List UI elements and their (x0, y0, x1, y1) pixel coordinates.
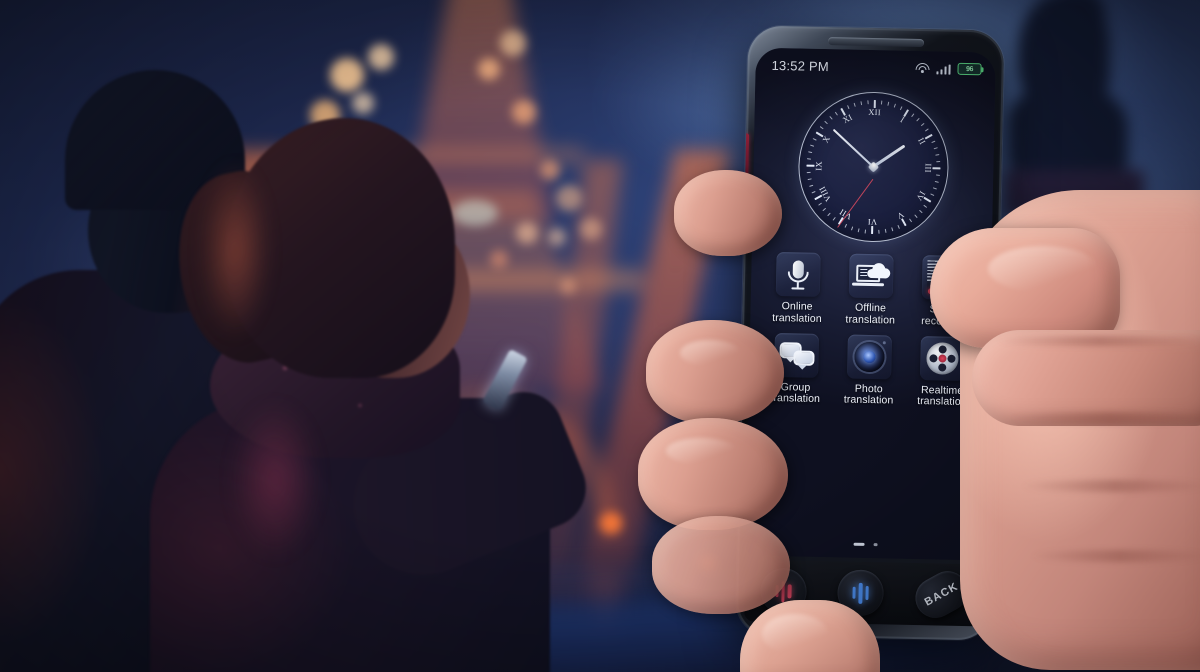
microphone-icon[interactable] (775, 252, 821, 297)
battery-level: 96 (965, 65, 974, 73)
page-dot-inactive[interactable] (873, 542, 878, 547)
earpiece-speaker (828, 37, 925, 48)
app-label-line2: translation (845, 313, 896, 327)
rim-light (200, 160, 270, 340)
clock-numeral: II (915, 135, 928, 146)
clock-numeral: VI (867, 216, 878, 228)
page-dot-active[interactable] (853, 542, 865, 546)
clock-numeral: XI (840, 112, 854, 126)
status-icons: 96 (915, 62, 982, 76)
laptop-cloud-icon[interactable] (848, 253, 894, 299)
app-photo-translation[interactable]: Photo translation (832, 334, 907, 408)
clock-numeral: IX (813, 160, 824, 171)
app-label: Photo translation (843, 382, 894, 408)
camera-lens-icon[interactable] (847, 334, 892, 379)
signal-bars-icon (936, 63, 951, 75)
scene-root: 13:52 PM 96 XII I II III IV V VI VII VIII IX X XI (0, 0, 1200, 672)
left-hand-fingers (638, 170, 790, 640)
clock-numeral: VIII (817, 184, 834, 203)
status-time: 13:52 PM (771, 57, 829, 74)
right-hand-holding-phone (900, 150, 1200, 672)
app-label-line2: translation (843, 393, 894, 407)
battery-charging-icon: 96 (957, 62, 982, 76)
rim-light (230, 400, 320, 560)
clock-numeral: X (820, 133, 833, 144)
app-label: Offline translation (845, 302, 895, 327)
wifi-icon (915, 62, 930, 74)
app-offline-translation[interactable]: Offline translation (833, 253, 908, 327)
clock-numeral: I (898, 114, 906, 126)
status-bar: 13:52 PM 96 (755, 48, 996, 87)
clock-numeral: XII (868, 106, 882, 118)
